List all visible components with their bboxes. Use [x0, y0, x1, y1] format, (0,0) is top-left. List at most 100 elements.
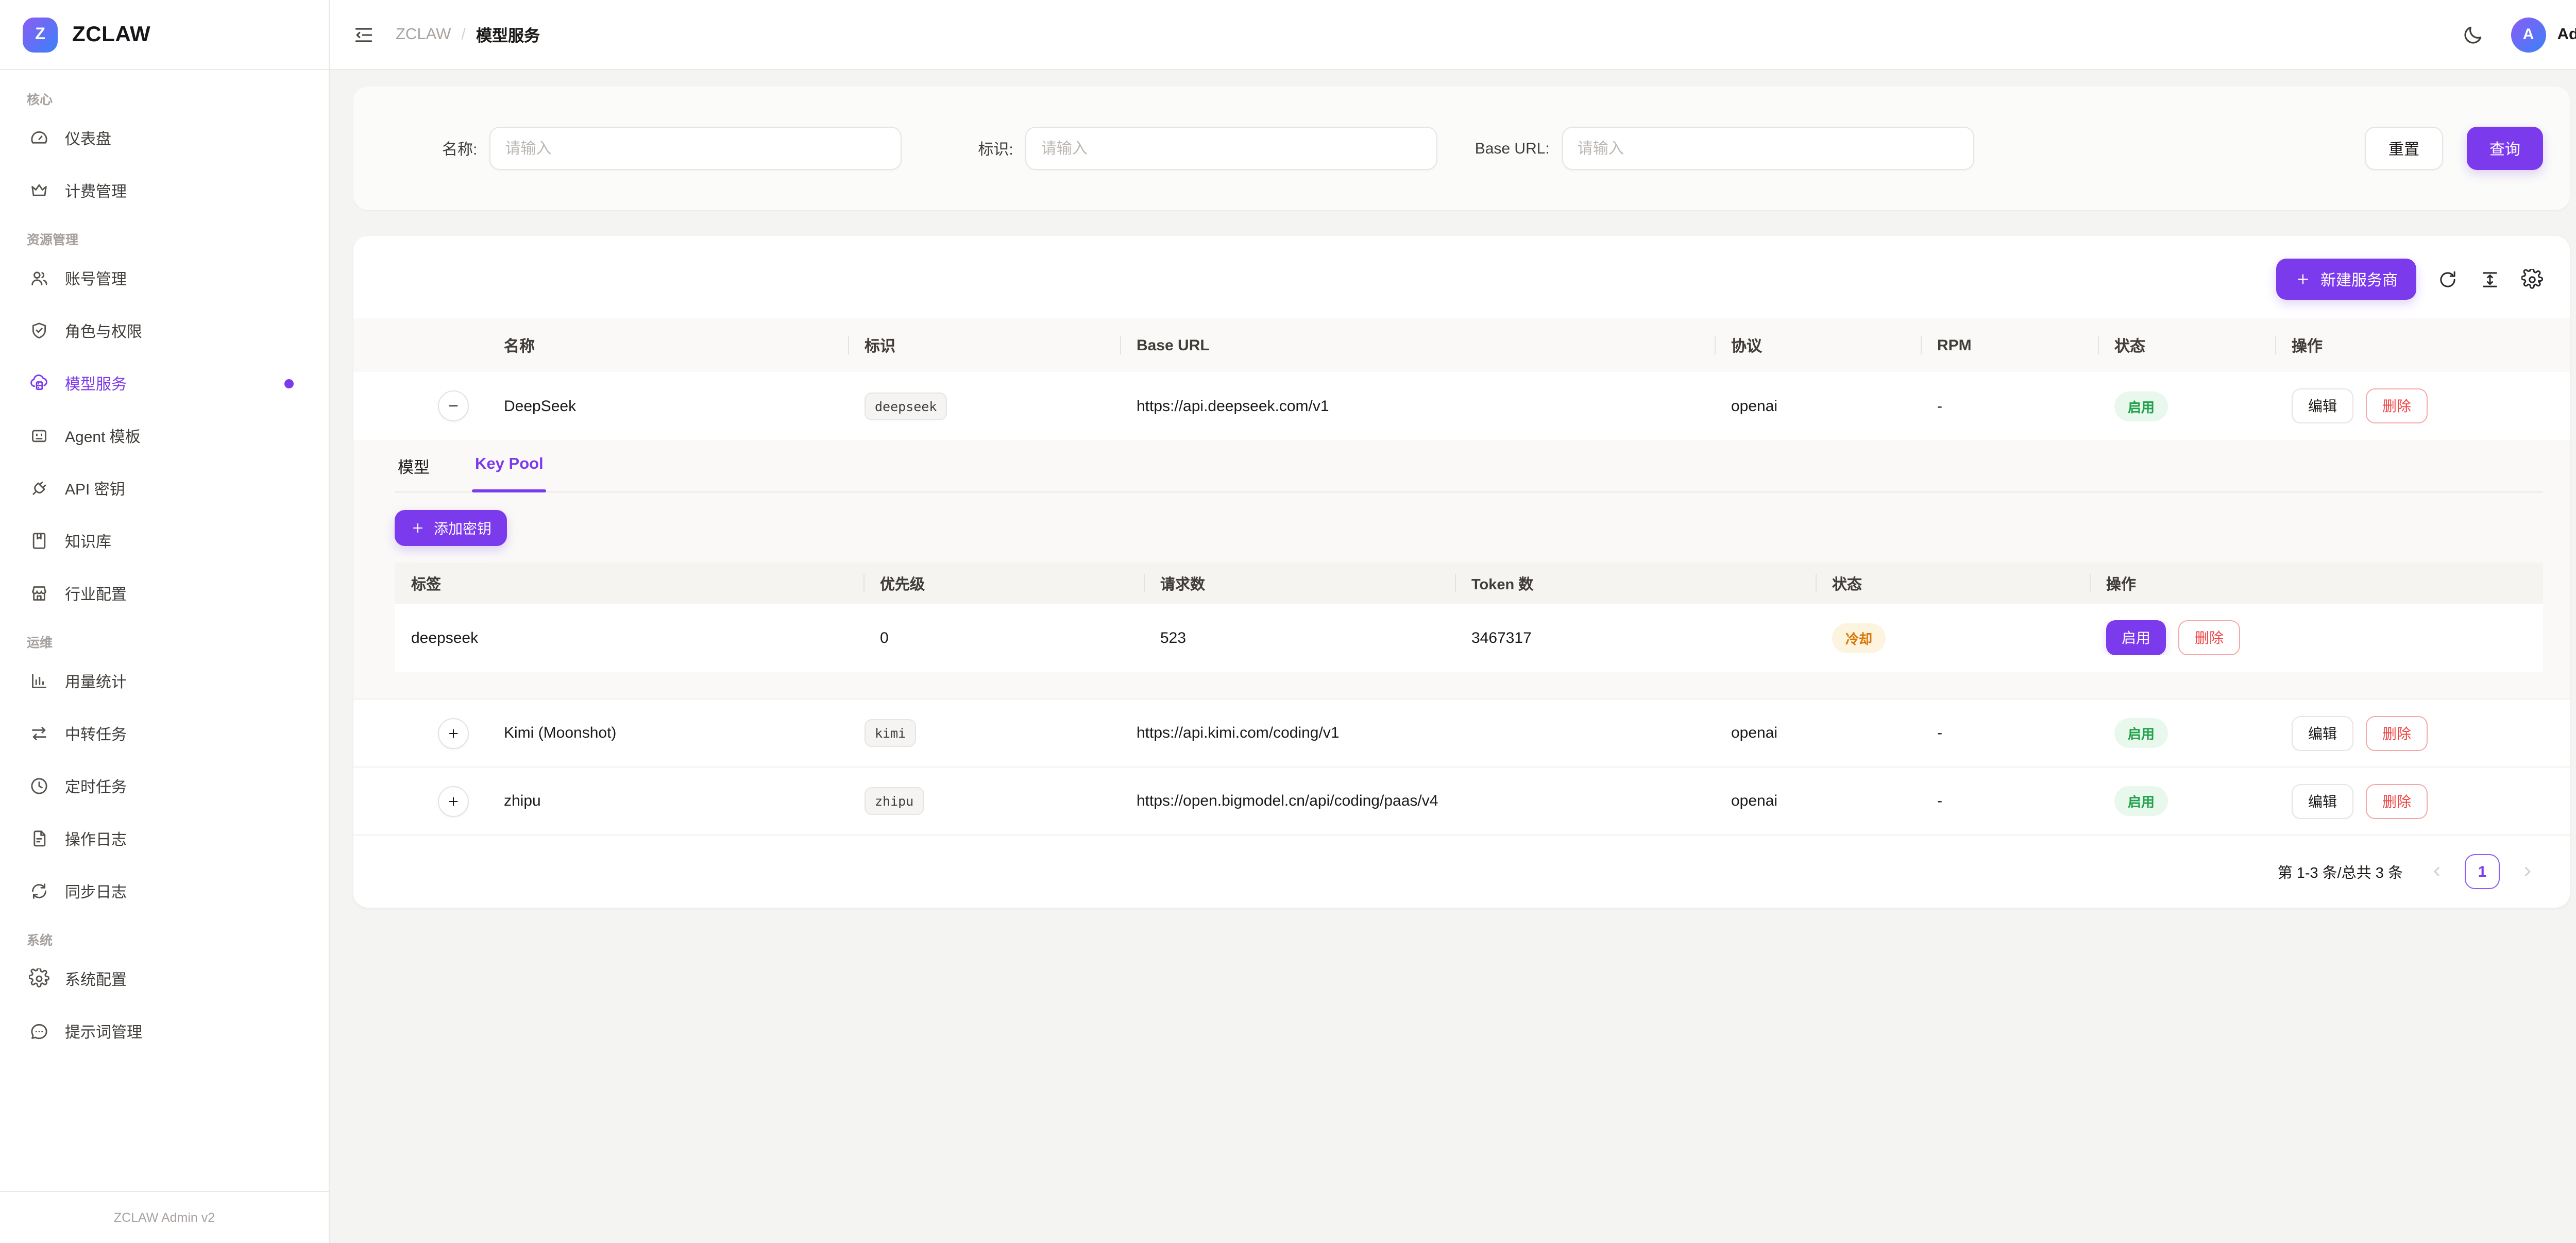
column-header-name: 名称	[487, 334, 848, 356]
sidebar-footer-version: ZCLAW Admin v2	[0, 1190, 329, 1243]
slug-filter-input[interactable]	[1026, 127, 1438, 170]
row-height-icon[interactable]	[2479, 268, 2501, 290]
brand-logo-letter: Z	[35, 25, 45, 44]
table-row-deepseek: DeepSeek deepseek https://api.deepseek.c…	[353, 372, 2570, 440]
delete-button[interactable]: 删除	[2366, 388, 2428, 423]
sidebar-item-label: Agent 模板	[65, 425, 141, 447]
create-provider-button[interactable]: 新建服务商	[2276, 259, 2416, 300]
sidebar-item-label: 操作日志	[65, 828, 127, 849]
slug-filter-label: 标识:	[978, 138, 1013, 159]
page-number-button[interactable]: 1	[2465, 854, 2500, 889]
table-toolbar: 新建服务商	[353, 236, 2570, 318]
base-url-filter-input[interactable]	[1562, 127, 1974, 170]
bot-icon	[29, 425, 49, 446]
sidebar-item-knowledge-base[interactable]: 知识库	[16, 519, 312, 563]
sidebar-item-agent-templates[interactable]: Agent 模板	[16, 414, 312, 457]
bar-chart-icon	[29, 671, 49, 691]
reset-button[interactable]: 重置	[2365, 127, 2443, 170]
crown-icon	[29, 180, 49, 201]
sidebar-item-label: 知识库	[65, 530, 111, 552]
edit-button[interactable]: 编辑	[2292, 388, 2353, 423]
provider-name: DeepSeek	[487, 397, 848, 415]
top-header: ZCLAW / 模型服务 A Admin	[330, 0, 2576, 70]
breadcrumb-root[interactable]: ZCLAW	[396, 25, 451, 44]
active-indicator-dot	[284, 379, 294, 388]
tab-models[interactable]: 模型	[395, 440, 433, 491]
message-dots-icon	[29, 1021, 49, 1042]
delete-key-button[interactable]: 删除	[2178, 620, 2240, 655]
user-menu[interactable]: A Admin	[2511, 17, 2576, 52]
sidebar-item-label: 系统配置	[65, 968, 127, 990]
sidebar-item-operation-logs[interactable]: 操作日志	[16, 817, 312, 860]
delete-button[interactable]: 删除	[2366, 716, 2428, 751]
key-tag: deepseek	[395, 629, 863, 646]
edit-button[interactable]: 编辑	[2292, 716, 2353, 751]
provider-actions: 编辑 删除	[2275, 784, 2545, 819]
gear-icon	[29, 968, 49, 989]
slug-chip: zhipu	[865, 787, 924, 815]
provider-actions: 编辑 删除	[2275, 388, 2545, 423]
key-column-priority: 优先级	[863, 572, 1144, 594]
sidebar-collapse-icon[interactable]	[352, 23, 375, 46]
sidebar-item-system-config[interactable]: 系统配置	[16, 957, 312, 1000]
provider-actions: 编辑 删除	[2275, 716, 2545, 751]
sidebar-nav: 核心 仪表盘 计费管理 资源管理 账号管理 角色与权限 模型服务	[0, 70, 329, 1190]
previous-page-chevron-left-icon[interactable]	[2421, 856, 2452, 887]
filter-bar: 名称: 标识: Base URL: 重置 查询	[353, 87, 2570, 210]
add-key-button[interactable]: 添加密钥	[395, 510, 507, 546]
expand-row-button-plus-icon[interactable]	[438, 718, 469, 748]
key-column-tag: 标签	[395, 572, 863, 594]
sidebar-item-prompt-management[interactable]: 提示词管理	[16, 1010, 312, 1053]
tab-key-pool[interactable]: Key Pool	[472, 440, 547, 491]
key-actions: 启用 删除	[2090, 620, 2543, 655]
sidebar-item-api-keys[interactable]: API 密钥	[16, 467, 312, 510]
name-filter-input[interactable]	[489, 127, 902, 170]
edit-button[interactable]: 编辑	[2292, 784, 2353, 819]
sidebar-item-label: 用量统计	[65, 670, 127, 692]
sidebar-item-billing[interactable]: 计费管理	[16, 169, 312, 212]
sidebar-item-model-services[interactable]: 模型服务	[16, 362, 312, 405]
key-pool-row: deepseek 0 523 3467317 冷却 启用 删除	[395, 604, 2543, 672]
refresh-icon[interactable]	[2437, 268, 2459, 290]
search-button[interactable]: 查询	[2467, 127, 2543, 170]
enable-key-button[interactable]: 启用	[2106, 620, 2166, 655]
provider-rpm: -	[1921, 792, 2098, 810]
provider-base-url: https://api.deepseek.com/v1	[1120, 397, 1715, 415]
expand-row-button-plus-icon[interactable]	[438, 786, 469, 816]
sidebar-item-industry-config[interactable]: 行业配置	[16, 572, 312, 615]
provider-rpm: -	[1921, 397, 2098, 415]
cooldown-status-badge: 冷却	[1832, 623, 1886, 653]
sidebar-item-relay-tasks[interactable]: 中转任务	[16, 712, 312, 755]
provider-protocol: openai	[1715, 792, 1921, 810]
providers-card: 新建服务商 名称 标识 Base URL 协议 RPM 状态 操作	[353, 236, 2570, 908]
slug-chip: kimi	[865, 719, 916, 747]
sidebar-item-accounts[interactable]: 账号管理	[16, 257, 312, 300]
create-provider-label: 新建服务商	[2320, 268, 2398, 290]
sidebar-item-dashboard[interactable]: 仪表盘	[16, 116, 312, 160]
sidebar-item-roles[interactable]: 角色与权限	[16, 309, 312, 352]
sidebar-item-label: 提示词管理	[65, 1020, 142, 1042]
expand-cell	[378, 786, 487, 816]
delete-button[interactable]: 删除	[2366, 784, 2428, 819]
sidebar-item-sync-logs[interactable]: 同步日志	[16, 870, 312, 913]
column-settings-gear-icon[interactable]	[2521, 268, 2543, 290]
provider-name: zhipu	[487, 792, 848, 810]
sidebar-item-usage-stats[interactable]: 用量统计	[16, 659, 312, 703]
collapse-row-button-minus-icon[interactable]	[438, 390, 469, 421]
clock-icon	[29, 776, 49, 796]
users-icon	[29, 268, 49, 288]
column-header-base-url: Base URL	[1120, 336, 1715, 354]
column-header-slug: 标识	[848, 334, 1120, 356]
sidebar-item-label: 账号管理	[65, 267, 127, 289]
provider-status-cell: 启用	[2098, 391, 2275, 421]
sidebar-item-label: API 密钥	[65, 478, 125, 499]
next-page-chevron-right-icon[interactable]	[2512, 856, 2543, 887]
sidebar-item-cron-tasks[interactable]: 定时任务	[16, 764, 312, 808]
sidebar-section-ops: 运维	[27, 632, 302, 651]
column-header-status: 状态	[2098, 334, 2275, 356]
sidebar-item-label: 仪表盘	[65, 127, 111, 149]
expanded-tabs: 模型 Key Pool	[395, 440, 2543, 492]
dark-mode-toggle-moon-icon[interactable]	[2462, 23, 2484, 46]
sidebar-section-system: 系统	[27, 929, 302, 949]
sidebar-item-label: 计费管理	[65, 180, 127, 201]
